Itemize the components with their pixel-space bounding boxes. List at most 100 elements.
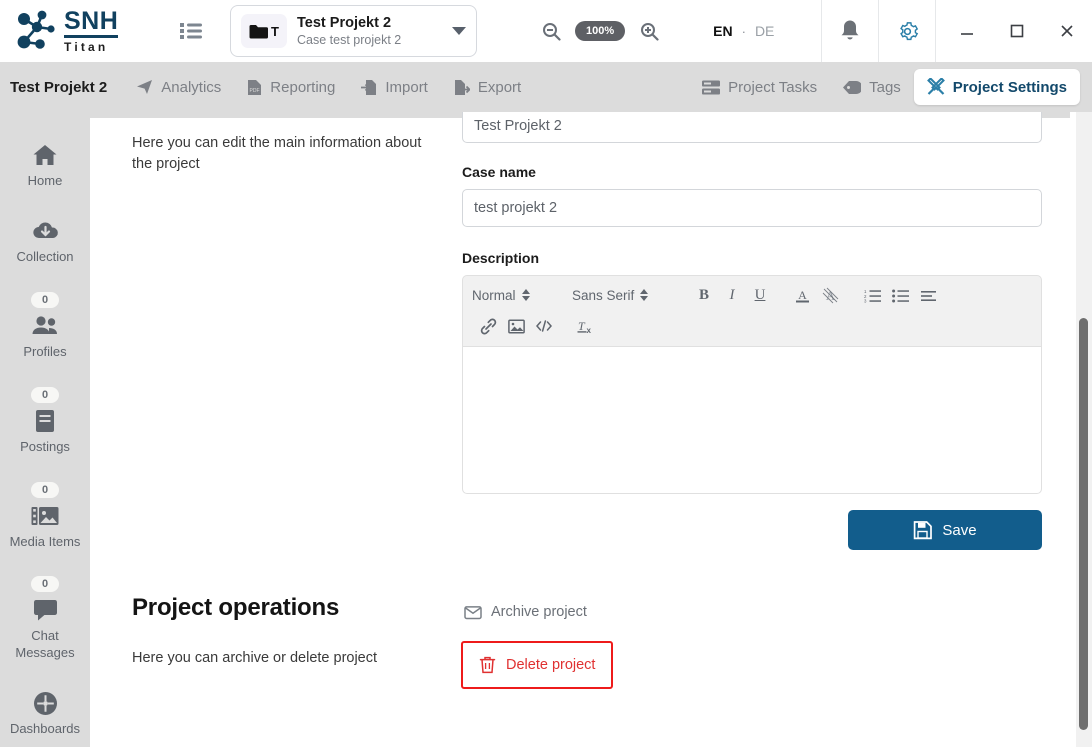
sidebar-item-dashboards[interactable]: Dashboards: [0, 688, 90, 738]
tab-import[interactable]: Import: [348, 70, 441, 105]
language-en[interactable]: EN: [713, 23, 732, 39]
tab-export[interactable]: Export: [441, 70, 534, 105]
ordered-list-glyph: 1 2 3: [864, 289, 881, 303]
underline-icon[interactable]: U: [746, 283, 774, 307]
bold-icon[interactable]: B: [690, 283, 718, 307]
app-header: SNH Titan T Test Projekt 2 Case test pro…: [0, 0, 1092, 62]
chevron-down-icon[interactable]: [452, 27, 466, 35]
home-icon: [32, 140, 58, 170]
font-family-stepper-icon: [640, 289, 649, 301]
sidebar-item-chat-messages[interactable]: 0 Chat Messages: [0, 576, 90, 662]
zoom-controls: 100%: [539, 19, 661, 43]
zoom-out-icon[interactable]: [539, 19, 563, 43]
content-scrollbar-thumb[interactable]: [1079, 318, 1088, 730]
zoom-out-glyph: [542, 22, 561, 41]
tab-analytics[interactable]: Analytics: [123, 70, 234, 105]
archive-project-label: Archive project: [491, 603, 587, 620]
maximize-icon[interactable]: [992, 0, 1042, 62]
project-selector[interactable]: T Test Projekt 2 Case test projekt 2: [230, 5, 477, 57]
bullet-list-icon[interactable]: [886, 283, 914, 307]
sidebar-item-profiles[interactable]: 0 Profiles: [0, 291, 90, 361]
people-icon: [31, 311, 59, 341]
svg-text:A: A: [798, 288, 807, 302]
sidebar-item-media-items-label: Media Items: [9, 533, 81, 549]
sidebar-item-home-label: Home: [27, 173, 63, 188]
save-button[interactable]: Save: [848, 510, 1042, 550]
svg-text:PDF: PDF: [250, 88, 260, 94]
zoom-in-icon[interactable]: [637, 19, 661, 43]
notifications-button[interactable]: [822, 0, 878, 62]
editor-font-family-select[interactable]: Sans Serif: [572, 288, 674, 303]
svg-text:T: T: [578, 319, 586, 333]
align-glyph: [920, 290, 936, 301]
tasks-icon: [702, 80, 721, 94]
folder-icon: [249, 24, 269, 38]
bell-icon: [841, 20, 859, 40]
analytics-icon: [137, 80, 153, 94]
sidebar-item-media-items[interactable]: 0 Media Items: [0, 481, 90, 551]
sidebar-item-dashboards-label: Dashboards: [9, 721, 81, 737]
sidebar-item-home[interactable]: Home: [0, 140, 90, 190]
settings-button[interactable]: [879, 0, 935, 62]
media-badge: 0: [30, 481, 60, 498]
project-badge-letter: T: [271, 23, 279, 39]
case-name-input[interactable]: test projekt 2: [462, 189, 1042, 227]
export-icon: [454, 79, 470, 95]
editor-block-format-select[interactable]: Normal: [472, 288, 556, 303]
tools-icon: [926, 78, 945, 95]
tab-project-settings[interactable]: Project Settings: [913, 69, 1080, 105]
clear-format-icon[interactable]: T x: [572, 314, 600, 338]
case-name-label: Case name: [462, 164, 536, 180]
chat-badge: 0: [30, 576, 60, 593]
language-de[interactable]: DE: [755, 23, 774, 39]
description-field: Description Normal Sans Serif B I U A 1 …: [462, 250, 1042, 494]
description-editor-body[interactable]: [462, 346, 1042, 494]
tab-tags-label: Tags: [869, 78, 901, 96]
zoom-level-badge[interactable]: 100%: [575, 21, 626, 41]
tab-tags[interactable]: Tags: [830, 70, 914, 105]
tab-reporting[interactable]: PDF Reporting: [234, 70, 348, 105]
floppy-disk-icon: [914, 520, 933, 539]
italic-icon[interactable]: I: [718, 283, 746, 307]
media-icon: [31, 501, 59, 531]
delete-project-button[interactable]: Delete project: [461, 641, 614, 689]
tab-import-label: Import: [385, 78, 428, 96]
trash-icon: [479, 656, 496, 674]
sidebar-item-postings[interactable]: 0 Postings: [0, 386, 90, 456]
highlight-icon[interactable]: A: [816, 283, 844, 307]
operations-title: Project operations: [132, 594, 340, 621]
editor-toolbar: Normal Sans Serif B I U A 1 2 3 T x: [462, 275, 1042, 346]
image-icon[interactable]: [502, 314, 530, 338]
project-title: Test Projekt 2: [297, 14, 392, 31]
content-scrollbar-track[interactable]: [1076, 112, 1092, 747]
sidebar-item-collection[interactable]: Collection: [0, 216, 90, 266]
archive-project-button[interactable]: Archive project: [456, 597, 595, 626]
editor-block-format-value: Normal: [472, 287, 516, 303]
highlight-glyph: A: [822, 287, 838, 303]
list-icon[interactable]: [174, 14, 208, 48]
tab-project-tasks-label: Project Tasks: [728, 78, 818, 96]
align-icon[interactable]: [914, 283, 942, 307]
text-color-icon[interactable]: A: [788, 283, 816, 307]
profiles-badge: 0: [30, 291, 60, 308]
bullet-list-glyph: [891, 289, 909, 302]
close-icon[interactable]: [1042, 0, 1092, 62]
code-icon[interactable]: [530, 314, 558, 338]
save-button-label: Save: [942, 521, 977, 539]
block-format-stepper-icon: [521, 289, 530, 301]
underline-glyph: U: [754, 286, 766, 303]
import-icon: [361, 79, 377, 95]
tab-export-label: Export: [477, 78, 522, 96]
project-name-input[interactable]: Test Projekt 2: [462, 112, 1042, 143]
svg-text:3: 3: [864, 298, 867, 302]
ordered-list-icon[interactable]: 1 2 3: [858, 283, 886, 307]
archive-icon: [464, 606, 482, 620]
link-icon[interactable]: [474, 314, 502, 338]
tab-project-tasks[interactable]: Project Tasks: [689, 70, 830, 105]
list-icon-glyph: [180, 23, 202, 39]
minimize-icon[interactable]: [942, 0, 992, 62]
clear-format-glyph: T x: [577, 319, 591, 335]
tab-analytics-label: Analytics: [161, 78, 222, 96]
description-label: Description: [462, 250, 540, 266]
postings-badge: 0: [30, 386, 60, 403]
